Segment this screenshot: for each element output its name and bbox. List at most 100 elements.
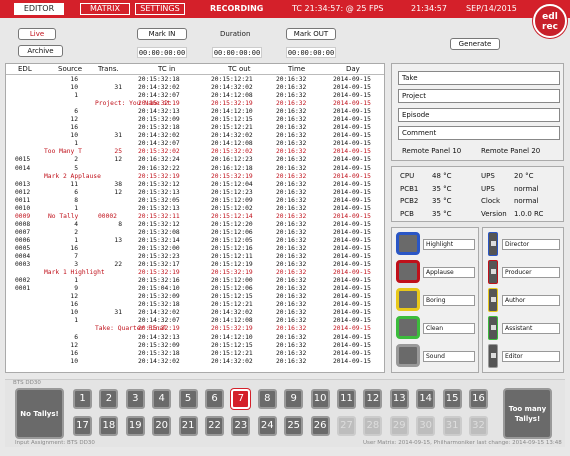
source-button-18[interactable]: 18 [99,416,119,436]
mark-in-button[interactable]: Mark IN [137,28,187,40]
role-director-switch[interactable] [488,232,498,256]
no-tallys-button[interactable]: No Tallys! [15,388,64,439]
log-row[interactable]: 0008 4 8 20:15:32:12 20:15:12:20 20:16:32 2014… [6,221,384,229]
source-button-7[interactable]: 7 [231,389,251,409]
source-button-21[interactable]: 21 [178,416,198,436]
cell-edl: 0013 [15,180,31,188]
log-row[interactable]: 0013 11 38 20:15:32:12 20:15:12:04 20:16:32 20… [6,181,384,189]
log-row[interactable]: 12 20:15:32:09 20:15:12:15 20:16:32 2014-09-… [6,342,384,350]
log-row[interactable]: 0002 1 20:15:32:16 20:15:12:00 20:16:32 2014-… [6,277,384,285]
source-button-31[interactable]: 31 [442,416,462,436]
log-row[interactable]: 0010 1 20:15:32:13 20:15:12:02 20:16:32 2014-… [6,205,384,213]
log-row[interactable]: 0014 5 20:16:32:22 20:16:12:18 20:16:32 2014-… [6,165,384,173]
role-assistant-switch[interactable] [488,316,498,340]
source-button-6[interactable]: 6 [205,389,224,409]
source-button-5[interactable]: 5 [178,389,198,409]
source-button-27[interactable]: 27 [337,416,356,436]
tally-clean-button[interactable] [396,316,420,339]
comment-field[interactable]: Comment [398,126,560,140]
source-button-23[interactable]: 23 [231,416,251,436]
source-button-1[interactable]: 1 [73,389,92,409]
mark-out-button[interactable]: Mark OUT [286,28,336,40]
tally-highlight-button[interactable] [396,232,420,255]
tally-boring-button[interactable] [396,288,420,311]
log-row[interactable]: 1 20:14:32:07 20:14:12:08 20:16:32 2014-09-1… [6,92,384,100]
log-row[interactable]: 0012 6 12 20:15:32:13 20:15:12:23 20:16:32 201… [6,189,384,197]
log-row[interactable]: 12 20:15:32:09 20:15:12:15 20:16:32 2014-09-… [6,116,384,124]
log-row[interactable]: 0001 9 20:15:04:10 20:15:12:06 20:16:32 2014-… [6,285,384,293]
source-button-19[interactable]: 19 [125,416,145,436]
source-button-14[interactable]: 14 [416,389,436,409]
tally-applause-button[interactable] [396,260,420,283]
cell-tcout: 20:14:32:02 [211,309,253,317]
tab-settings[interactable]: SETTINGS [135,3,185,15]
source-button-28[interactable]: 28 [363,416,383,436]
source-button-3[interactable]: 3 [125,389,145,409]
cell-tcin: 20:16:32:22 [138,164,180,172]
cell-tcout: 20:15:12:15 [211,341,253,349]
log-row[interactable]: 0009 No Tally 00002 20:15:32:11 20:15:12:14 2… [6,213,384,221]
log-row[interactable]: 12 20:15:32:09 20:15:12:15 20:16:32 2014-09-… [6,293,384,301]
source-button-8[interactable]: 8 [257,389,277,409]
source-button-11[interactable]: 11 [337,389,356,409]
archive-button[interactable]: Archive [18,45,63,57]
source-button-29[interactable]: 29 [389,416,409,436]
tab-matrix[interactable]: MATRIX [80,3,130,15]
log-row[interactable]: 16 20:15:32:18 20:15:12:21 20:16:32 2014-09-… [6,350,384,358]
take-field[interactable]: Take [398,71,560,85]
log-marker-row[interactable]: Project: You Name it 20:15:32:19 20:15:32:… [6,100,384,108]
log-row[interactable]: 1 20:14:32:07 20:14:12:08 20:16:32 2014-09-1… [6,140,384,148]
source-button-10[interactable]: 10 [310,389,330,409]
log-row[interactable]: 0006 1 13 20:15:32:14 20:15:12:05 20:16:32 201… [6,237,384,245]
log-row[interactable]: 6 20:14:32:13 20:14:12:10 20:16:32 2014-09-1… [6,108,384,116]
source-button-15[interactable]: 15 [442,389,462,409]
log-row[interactable]: 10 31 20:14:32:02 20:14:32:02 20:16:32 2014-0… [6,132,384,140]
log-row[interactable]: 0004 7 20:15:32:23 20:15:12:11 20:16:32 2014-… [6,253,384,261]
log-row[interactable]: 0015 2 12 20:16:32:24 20:16:12:23 20:16:32 201… [6,156,384,164]
tally-sound-button[interactable] [396,344,420,367]
log-row[interactable]: 0007 2 20:15:32:08 20:15:12:06 20:16:32 2014-… [6,229,384,237]
log-row[interactable]: 0011 8 20:15:32:05 20:15:12:09 20:16:32 2014-… [6,197,384,205]
source-button-16[interactable]: 16 [469,389,488,409]
source-button-13[interactable]: 13 [389,389,409,409]
source-button-22[interactable]: 22 [205,416,224,436]
source-button-17[interactable]: 17 [73,416,92,436]
log-row[interactable]: 16 20:15:32:18 20:15:12:21 20:16:32 2014-09-… [6,76,384,84]
source-button-25[interactable]: 25 [284,416,304,436]
project-field[interactable]: Project [398,89,560,103]
source-button-32[interactable]: 32 [469,416,488,436]
log-row[interactable]: 1 20:14:32:07 20:14:12:08 20:16:32 2014-09-1… [6,317,384,325]
source-button-2[interactable]: 2 [99,389,119,409]
log-row[interactable]: 10 20:14:32:02 20:14:32:02 20:16:32 2014-09-… [6,358,384,366]
source-button-9[interactable]: 9 [284,389,304,409]
tab-editor[interactable]: EDITOR [14,3,64,15]
source-button-26[interactable]: 26 [310,416,330,436]
log-row[interactable]: 6 20:14:32:13 20:14:12:10 20:16:32 2014-09-1… [6,334,384,342]
log-row[interactable]: 16 20:15:32:18 20:15:12:21 20:16:32 2014-09-… [6,301,384,309]
live-button[interactable]: Live [18,28,56,40]
log-row[interactable]: 0003 3 22 20:15:32:17 20:15:12:19 20:16:32 201… [6,261,384,269]
source-button-20[interactable]: 20 [152,416,172,436]
role-producer-switch[interactable] [488,260,498,284]
role-author-switch[interactable] [488,288,498,312]
source-button-4[interactable]: 4 [152,389,172,409]
cell-trans: 31 [114,132,122,140]
role-editor-switch[interactable] [488,344,498,368]
too-many-tallys-button[interactable]: Too many Tallys! [503,388,552,439]
source-button-30[interactable]: 30 [416,416,436,436]
episode-field[interactable]: Episode [398,108,560,122]
log-marker-row[interactable]: Mark 1 Highlight 20:15:32:19 20:15:32:19 20… [6,269,384,277]
log-marker-row[interactable]: Too Many T 25 20:15:32:02 20:15:32:02 20:16:… [6,148,384,156]
generate-button[interactable]: Generate [450,38,500,50]
source-button-24[interactable]: 24 [257,416,277,436]
source-button-12[interactable]: 12 [363,389,383,409]
tally-panel: Highlight Applause Boring Clean Sound [391,227,479,373]
log-row[interactable]: 10 31 20:14:32:02 20:14:32:02 20:16:32 2014-0… [6,309,384,317]
log-marker-row[interactable]: Mark 2 Applause 20:15:32:19 20:15:32:19 20:… [6,173,384,181]
cell-time: 20:16:32 [276,253,307,261]
log-marker-row[interactable]: Take: Quarter Final 20:15:32:19 20:15:32:1… [6,325,384,333]
log-row[interactable]: 0005 16 20:15:32:00 20:15:12:16 20:16:32 2014… [6,245,384,253]
log-row[interactable]: 10 31 20:14:32:02 20:14:32:02 20:16:32 2014-0… [6,84,384,92]
log-row[interactable]: 16 20:15:32:18 20:15:12:21 20:16:32 2014-09-… [6,124,384,132]
edl-log-table[interactable]: EDL Source Trans. TC in TC out Time Day … [5,63,385,373]
